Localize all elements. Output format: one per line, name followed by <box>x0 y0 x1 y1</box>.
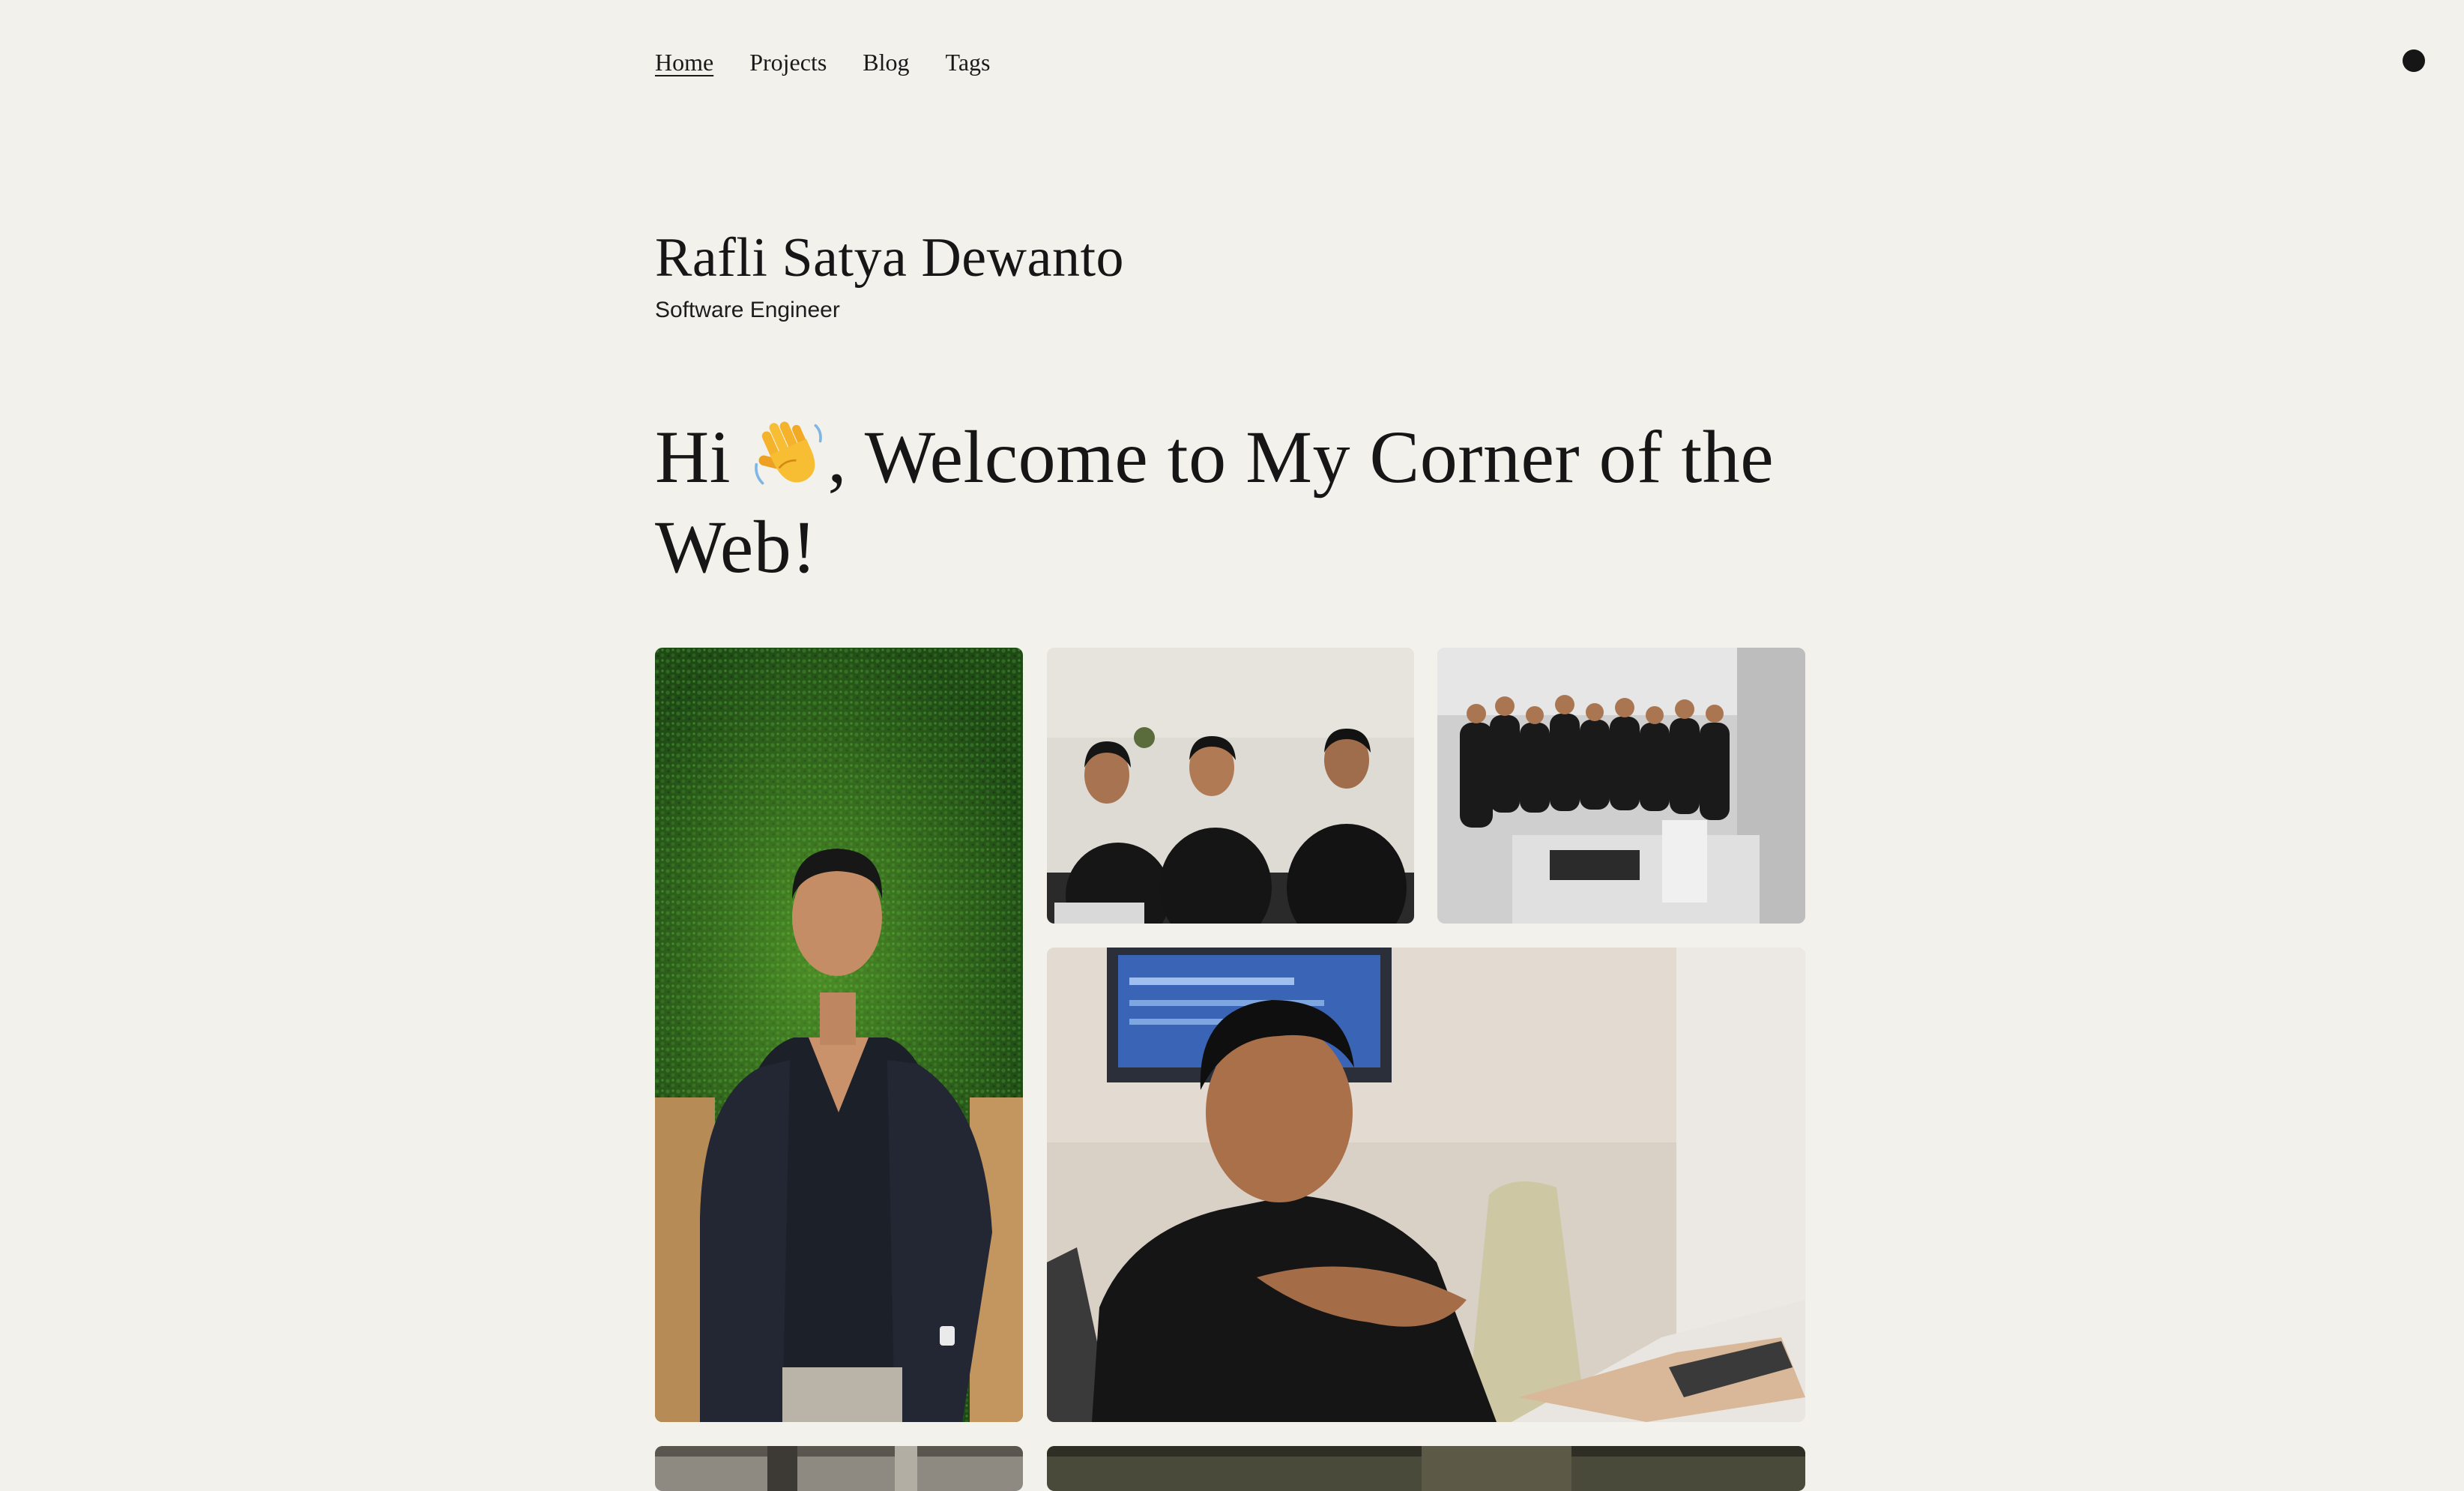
portrait-photo[interactable] <box>655 648 1023 1422</box>
man-at-laptop-photo[interactable] <box>1047 948 1805 1422</box>
nav-home-link[interactable]: Home <box>655 43 713 81</box>
waving-hand-icon <box>750 415 828 498</box>
welcome-heading: Hi , Welcome to My Corner of the Web! <box>655 412 1824 592</box>
job-title: Software Engineer <box>655 298 840 322</box>
nav-blog-link[interactable]: Blog <box>863 43 909 81</box>
welcome-heading-start: Hi <box>655 415 750 498</box>
nav-tags-link[interactable]: Tags <box>946 43 991 81</box>
nav-projects-link[interactable]: Projects <box>749 43 827 81</box>
main-nav: Home Projects Blog Tags <box>655 43 991 81</box>
team-group-photo[interactable] <box>1437 648 1805 924</box>
gallery-photo-6[interactable] <box>1047 1446 1805 1491</box>
gallery-photo-5[interactable] <box>655 1446 1023 1491</box>
theme-toggle-icon[interactable] <box>2403 49 2425 72</box>
three-friends-photo[interactable] <box>1047 648 1414 924</box>
site-owner-name: Rafli Satya Dewanto <box>655 227 1124 289</box>
